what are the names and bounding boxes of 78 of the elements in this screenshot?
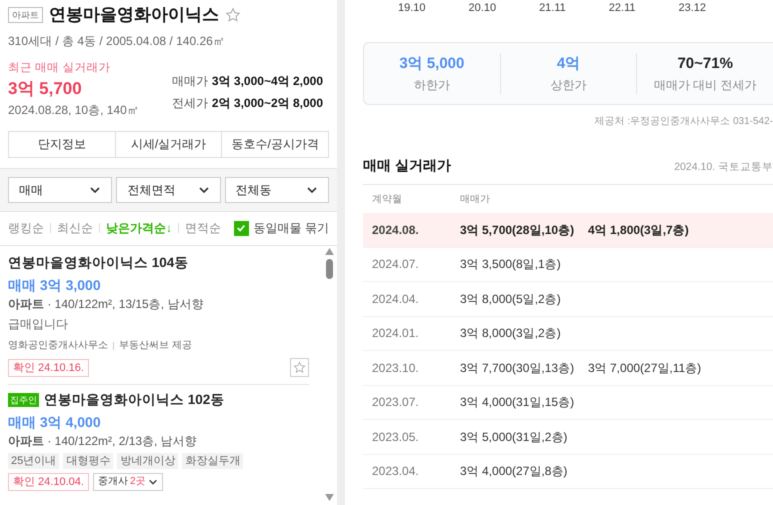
deal-cell-text: 3억 5,000(31일,2층) bbox=[460, 428, 568, 446]
axis-label: 22.11 bbox=[608, 1, 636, 16]
section-title: 매매 실거래가 bbox=[363, 156, 451, 175]
month-cell-text: 2024.08. bbox=[371, 222, 420, 239]
column-header: 매매가 bbox=[460, 192, 490, 206]
listing-title: 연봉마을영화아이닉스 104동 bbox=[8, 254, 188, 272]
deal-cell-text: 3억 7,000(27일,11층) bbox=[588, 360, 702, 377]
price-range-value: 2억 3,000~2억 8,000 bbox=[212, 94, 323, 112]
agents-button[interactable]: 중개사 2곳 bbox=[92, 473, 162, 492]
complex-name: 연봉마을영화아이닉스 bbox=[49, 4, 219, 26]
month-cell-text: 2023.05. bbox=[371, 428, 420, 446]
check-icon bbox=[236, 223, 246, 234]
scroll-down-icon[interactable] bbox=[324, 494, 334, 501]
checkbox[interactable] bbox=[234, 220, 249, 236]
agency-name: 영화공인중개사사무소 bbox=[8, 339, 108, 353]
sort-option[interactable]: 랭킹순 bbox=[8, 219, 44, 238]
deal-cell-text: 4억 1,800(3일,7층) bbox=[588, 222, 690, 239]
deal-cell-text: 3억 4,000(27일,8층) bbox=[460, 463, 568, 480]
column-header: 계약월 bbox=[371, 192, 403, 206]
summary-value: 70~71% bbox=[677, 54, 733, 74]
type-badge: 아파트 bbox=[8, 6, 43, 23]
scroll-up-icon[interactable] bbox=[324, 248, 334, 255]
filter-dropdown[interactable]: 전체동 bbox=[224, 176, 329, 203]
deal-cell-text: 3억 7,700(30일,13층) bbox=[460, 360, 576, 377]
axis-label: 23.12 bbox=[678, 1, 706, 16]
axis-label: 19.10 bbox=[398, 1, 426, 16]
deal-cell-text: 3억 3,500(8일,1층) bbox=[460, 256, 562, 274]
confirmed-date: 확인 24.10.16. bbox=[8, 358, 89, 376]
deal-cell-text: 3억 5,700(28일,10층) bbox=[460, 222, 576, 239]
tag: 방네개이상 bbox=[117, 453, 178, 470]
complex-info: 310세대 / 총 4동 / 2005.04.08 / 140.26㎡ bbox=[8, 32, 226, 50]
tab[interactable]: 단지정보 bbox=[8, 130, 116, 158]
price-range-value: 3억 3,000~4억 2,000 bbox=[212, 72, 323, 90]
confirmed-date: 확인 24.10.04. bbox=[8, 473, 89, 492]
summary-label: 하한가 bbox=[414, 76, 450, 94]
listing-detail: 아파트 · 140/122m², 2/13층, 남서향 bbox=[8, 433, 198, 450]
price-range-label: 전세가 bbox=[172, 94, 208, 112]
month-cell-text: 2024.07. bbox=[371, 256, 420, 274]
filter-dropdown[interactable]: 전체면적 bbox=[116, 176, 221, 203]
listing-description: 급매입니다 bbox=[8, 316, 69, 333]
deal-cell-text: 3억 4,000(31일,15층) bbox=[460, 394, 576, 412]
tag: 25년이내 bbox=[8, 453, 60, 470]
summary-label: 상한가 bbox=[550, 76, 586, 94]
sort-option[interactable]: 최신순 bbox=[57, 219, 93, 238]
summary-value: 4억 bbox=[556, 54, 580, 74]
recent-detail: 2024.08.28, 10층, 140㎡ bbox=[8, 102, 139, 119]
chevron-down-icon bbox=[148, 477, 158, 488]
tag: 대형평수 bbox=[63, 453, 114, 470]
month-cell-text: 2023.10. bbox=[371, 360, 420, 377]
listing-detail: 아파트 · 140/122m², 13/15층, 남서향 bbox=[8, 296, 204, 313]
checkbox-label: 동일매물 묶기 bbox=[254, 220, 329, 238]
tag: 화장실두개 bbox=[182, 453, 244, 470]
month-cell-text: 2024.04. bbox=[371, 290, 420, 308]
axis-label: 21.11 bbox=[539, 1, 566, 16]
month-cell-text: 2023.07. bbox=[371, 394, 420, 412]
provider-name: 부동산써브 제공 bbox=[119, 339, 192, 353]
listing-price: 매매 3억 4,000 bbox=[8, 413, 102, 432]
data-source: 2024.10. 국토교통부 bbox=[674, 160, 773, 176]
recent-label: 최근 매매 실거래가 bbox=[8, 60, 112, 76]
scrollbar-thumb[interactable] bbox=[326, 258, 332, 279]
summary-value: 3억 5,000 bbox=[399, 54, 464, 74]
source-note: 제공처 :우정공인중개사사무소 031-542- bbox=[594, 115, 773, 129]
axis-label: 20.10 bbox=[468, 1, 496, 16]
summary-label: 매매가 대비 전세가 bbox=[654, 76, 757, 94]
month-cell-text: 2024.01. bbox=[371, 325, 420, 342]
filter-dropdown[interactable]: 매매 bbox=[8, 176, 112, 203]
sort-option[interactable]: 면적순 bbox=[185, 219, 221, 238]
recent-price: 3억 5,700 bbox=[8, 78, 83, 100]
tab[interactable]: 시세/실거래가 bbox=[114, 130, 222, 158]
listing-title: 연봉마을영화아이닉스 102동 bbox=[44, 391, 224, 409]
owner-badge: 집주인 bbox=[8, 393, 39, 408]
month-cell-text: 2023.04. bbox=[371, 463, 420, 480]
deal-cell-text: 3억 8,000(3일,2층) bbox=[460, 325, 562, 342]
tab[interactable]: 동호수/공시가격 bbox=[221, 130, 330, 158]
deal-cell-text: 3억 8,000(5일,2층) bbox=[460, 290, 562, 308]
price-range-label: 매매가 bbox=[172, 72, 208, 90]
star-icon[interactable] bbox=[225, 6, 241, 23]
listing-price: 매매 3억 3,000 bbox=[8, 276, 102, 295]
